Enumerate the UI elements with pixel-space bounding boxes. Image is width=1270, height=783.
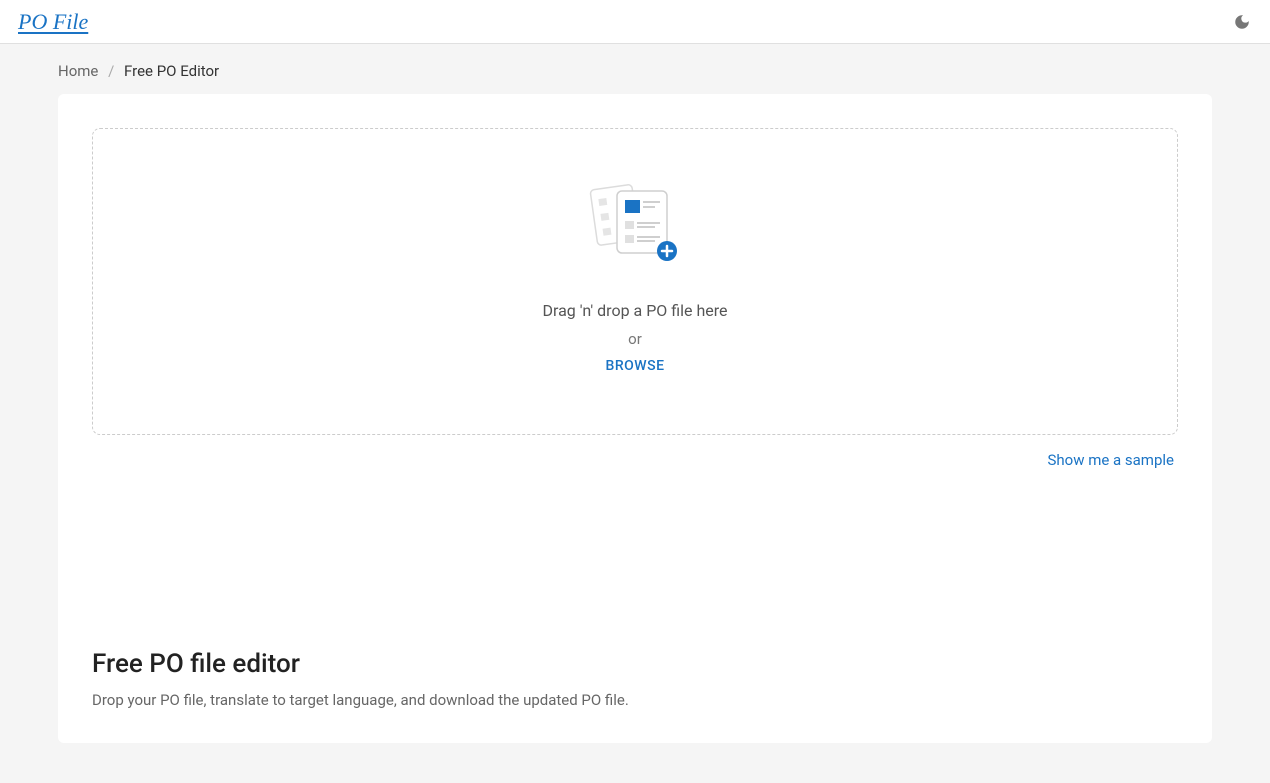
main-card: Drag 'n' drop a PO file here or BROWSE S… (58, 94, 1212, 743)
breadcrumb-separator: / (108, 62, 114, 80)
breadcrumb-home[interactable]: Home (58, 62, 98, 80)
header: PO File (0, 0, 1270, 44)
dropzone-or: or (113, 330, 1157, 348)
show-sample-link[interactable]: Show me a sample (1047, 451, 1174, 469)
dropzone[interactable]: Drag 'n' drop a PO file here or BROWSE (92, 128, 1178, 435)
upload-files-icon (113, 179, 1157, 269)
moon-icon (1233, 13, 1251, 31)
dropzone-text: Drag 'n' drop a PO file here (113, 301, 1157, 320)
theme-toggle-button[interactable] (1232, 12, 1252, 32)
logo-link[interactable]: PO File (18, 9, 88, 35)
section-subtext: Drop your PO file, translate to target l… (92, 691, 1178, 709)
documents-plus-icon (585, 179, 685, 269)
section-heading: Free PO file editor (92, 649, 1178, 679)
breadcrumb: Home / Free PO Editor (0, 44, 1270, 94)
browse-button[interactable]: BROWSE (113, 358, 1157, 374)
breadcrumb-current: Free PO Editor (124, 62, 219, 80)
